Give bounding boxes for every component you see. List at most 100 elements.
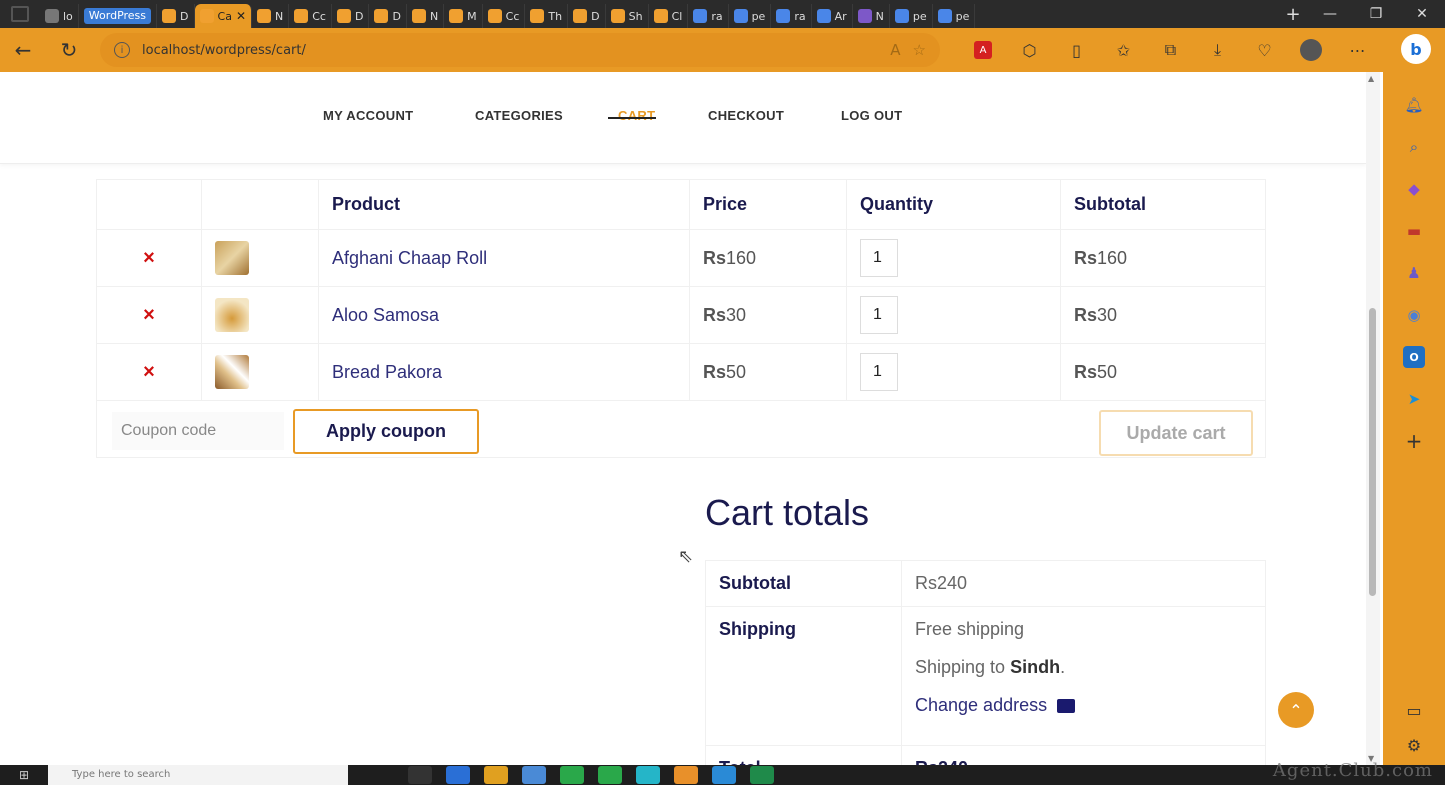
nav-categories[interactable]: CATEGORIES [475, 108, 563, 123]
browser-tab[interactable]: pe [729, 4, 772, 28]
games-icon[interactable]: ♟ [1403, 262, 1425, 284]
tab-favicon-icon [733, 9, 748, 23]
taskbar-app-icon[interactable] [560, 766, 584, 784]
read-aloud-icon[interactable]: A [890, 41, 900, 59]
browser-tab[interactable]: pe [890, 4, 933, 28]
taskbar-app-icon[interactable] [522, 766, 546, 784]
scroll-up-arrow-icon[interactable]: ▲ [1368, 74, 1374, 83]
sidebar-search-icon[interactable]: ⌕ [1403, 136, 1425, 158]
browser-tab[interactable]: Ar [812, 4, 853, 28]
tab-close-icon[interactable]: ✕ [236, 9, 246, 23]
browser-tab[interactable]: D [369, 4, 407, 28]
tools-bag-icon[interactable]: ▬ [1403, 220, 1425, 242]
browser-tab[interactable]: D [157, 4, 195, 28]
browser-tab[interactable]: D [568, 4, 606, 28]
browser-tab[interactable]: N [252, 4, 290, 28]
browser-essentials-icon[interactable]: ♡ [1241, 41, 1288, 60]
quantity-input[interactable]: 1 [860, 239, 898, 277]
taskbar-app-icon[interactable] [636, 766, 660, 784]
browser-tab[interactable]: WordPress [79, 4, 158, 28]
sidebar-settings-icon[interactable]: ⚙ [1407, 736, 1421, 755]
product-link[interactable]: Afghani Chaap Roll [332, 248, 487, 268]
nav-cart[interactable]: CART [618, 108, 655, 123]
scrollbar-thumb[interactable] [1369, 308, 1376, 596]
product-thumbnail[interactable] [215, 241, 249, 275]
product-thumbnail[interactable] [215, 298, 249, 332]
product-link[interactable]: Bread Pakora [332, 362, 442, 382]
quantity-input[interactable]: 1 [860, 296, 898, 334]
taskbar-app-icon[interactable] [750, 766, 774, 784]
taskbar-app-icon[interactable] [408, 766, 432, 784]
nav-my-account[interactable]: MY ACCOUNT [323, 108, 413, 123]
browser-tab[interactable]: Sh [606, 4, 649, 28]
more-menu-icon[interactable]: ⋯ [1334, 41, 1381, 60]
browser-tab[interactable]: Th [525, 4, 569, 28]
product-link[interactable]: Aloo Samosa [332, 305, 439, 325]
remove-item-icon[interactable]: × [143, 361, 155, 383]
collections-icon[interactable]: ⧉ [1147, 40, 1194, 60]
browser-tab-active[interactable]: Ca ✕ [194, 4, 252, 28]
tab-list: lo WordPress D Ca ✕ N Cc D D N M Cc Th D Sh Cl ra pe ra Ar N… [40, 0, 1279, 28]
taskbar-app-icon[interactable] [674, 766, 698, 784]
extension-puzzle-icon[interactable]: ⬡ [1006, 41, 1053, 60]
page-scrollbar[interactable]: ▲ ▼ [1366, 72, 1380, 765]
drop-send-icon[interactable]: ➤ [1403, 388, 1425, 410]
notifications-bell-icon[interactable]: 🔔︎ [1403, 94, 1425, 116]
new-tab-button[interactable]: + [1279, 4, 1307, 25]
product-thumbnail[interactable] [215, 355, 249, 389]
change-address-link[interactable]: Change address [915, 695, 1047, 715]
browser-tab[interactable]: pe [933, 4, 976, 28]
favorite-star-icon[interactable]: ☆ [913, 41, 926, 59]
shipping-to-suffix: . [1060, 657, 1066, 677]
favorites-icon[interactable]: ✩ [1100, 41, 1147, 60]
browser-tab[interactable]: Cl [649, 4, 689, 28]
profile-avatar[interactable] [1300, 39, 1322, 61]
site-navigation: MY ACCOUNT CATEGORIES CART CHECKOUT LOG … [0, 72, 1366, 164]
browser-tab[interactable]: ra [688, 4, 729, 28]
browser-tab[interactable]: N [407, 4, 445, 28]
browser-tab[interactable]: Cc [289, 4, 332, 28]
browser-tab[interactable]: ra [771, 4, 812, 28]
bing-copilot-icon[interactable]: b [1401, 34, 1431, 64]
remove-item-icon[interactable]: × [143, 304, 155, 326]
nav-log-out[interactable]: LOG OUT [841, 108, 902, 123]
address-bar[interactable]: i localhost/wordpress/cart/ A ☆ [100, 33, 940, 67]
outlook-icon[interactable]: O [1403, 346, 1425, 368]
start-button[interactable]: ⊞ [0, 765, 48, 785]
apply-coupon-button[interactable]: Apply coupon [293, 409, 479, 454]
browser-tab[interactable]: D [332, 4, 370, 28]
close-window-button[interactable]: ✕ [1399, 0, 1445, 28]
taskbar-search-input[interactable]: Type here to search [48, 765, 348, 785]
refresh-icon[interactable]: ↻ [46, 28, 92, 72]
pdf-extension-icon[interactable]: A [974, 41, 992, 59]
hide-sidebar-icon[interactable]: ▭ [1406, 701, 1421, 720]
minimize-button[interactable]: — [1307, 0, 1353, 28]
microsoft365-icon[interactable]: ◉ [1403, 304, 1425, 326]
back-arrow-icon[interactable]: ← [0, 28, 46, 72]
taskbar-app-icon[interactable] [712, 766, 736, 784]
split-screen-icon[interactable]: ▯ [1053, 41, 1100, 60]
window-menu-icon[interactable] [0, 0, 40, 28]
scroll-to-top-button[interactable]: ⌃ [1278, 692, 1314, 728]
tab-label: D [392, 9, 401, 23]
browser-tab[interactable]: M [444, 4, 483, 28]
browser-tab[interactable]: Cc [483, 4, 526, 28]
taskbar-app-icon[interactable] [446, 766, 470, 784]
update-cart-button[interactable]: Update cart [1099, 410, 1253, 456]
site-info-icon[interactable]: i [114, 42, 130, 58]
coupon-code-input[interactable]: Coupon code [112, 412, 284, 450]
nav-checkout[interactable]: CHECKOUT [708, 108, 784, 123]
remove-item-icon[interactable]: × [143, 247, 155, 269]
tab-label: ra [794, 9, 806, 23]
maximize-button[interactable]: ❐ [1353, 0, 1399, 28]
taskbar-app-icon[interactable] [598, 766, 622, 784]
browser-tab[interactable]: lo [40, 4, 79, 28]
thumbnail-cell [201, 286, 319, 344]
browser-tab[interactable]: N [853, 4, 890, 28]
url-text[interactable]: localhost/wordpress/cart/ [142, 43, 878, 58]
quantity-input[interactable]: 1 [860, 353, 898, 391]
shopping-tag-icon[interactable]: ◆ [1403, 178, 1425, 200]
add-sidebar-app-icon[interactable]: + [1403, 429, 1425, 453]
taskbar-app-icon[interactable] [484, 766, 508, 784]
downloads-icon[interactable]: ⤓ [1194, 40, 1241, 60]
